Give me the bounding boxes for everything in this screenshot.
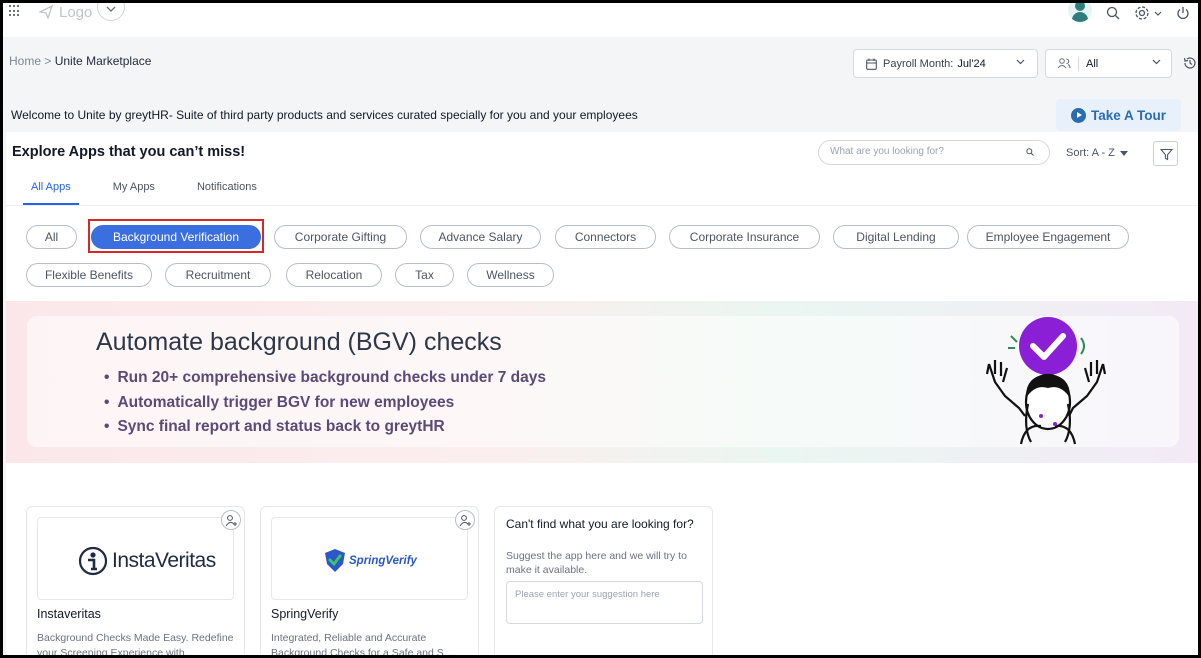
instaveritas-logo-icon (78, 546, 108, 576)
category-chip-connectors[interactable]: Connectors (555, 225, 656, 249)
category-chip-employee-engagement[interactable]: Employee Engagement (967, 225, 1129, 249)
category-chip-recruitment[interactable]: Recruitment (165, 263, 271, 287)
chevron-down-icon (1154, 11, 1162, 16)
springverify-shield-icon (325, 549, 345, 572)
banner-bullet: Automatically trigger BGV for new employ… (104, 394, 546, 419)
category-chip-corporate-insurance[interactable]: Corporate Insurance (669, 225, 820, 249)
play-icon (1070, 107, 1086, 123)
add-user-button[interactable] (221, 510, 241, 530)
sort-label: Sort: A - Z (1066, 147, 1115, 159)
settings-menu[interactable] (1134, 5, 1162, 21)
avatar[interactable] (1068, 3, 1092, 22)
power-icon[interactable] (1176, 6, 1190, 20)
calendar-icon (866, 58, 877, 70)
instaveritas-logo-text: InstaVeritas (112, 549, 216, 572)
add-user-button[interactable] (455, 510, 475, 530)
app-search-input[interactable] (830, 146, 1020, 157)
chevron-down-icon (106, 6, 116, 12)
suggest-app-card: Can't find what you are looking for? Sug… (494, 506, 713, 655)
tab-bar: All Apps My Apps Notifications (23, 173, 291, 205)
explore-title: Explore Apps that you can’t miss! (12, 144, 246, 160)
sort-dropdown[interactable]: Sort: A - Z (1066, 147, 1128, 159)
app-card-instaveritas[interactable]: InstaVeritas Instaveritas Background Che… (26, 506, 245, 658)
app-card-description-line: Background Checks for a Safe and Secu... (271, 646, 456, 658)
springverify-logo-text-a: Spring (349, 554, 386, 567)
app-logo-box: Spring Verify (271, 517, 468, 600)
app-launcher-icon[interactable] (9, 5, 21, 17)
category-chip-flexible-benefits[interactable]: Flexible Benefits (26, 263, 152, 287)
banner-bullet: Run 20+ comprehensive background checks … (104, 369, 546, 394)
filter-button[interactable] (1153, 141, 1178, 166)
springverify-logo-text-b: Verify (385, 554, 417, 567)
take-a-tour-label: Take A Tour (1090, 107, 1166, 123)
payroll-month-label: Payroll Month: (883, 57, 954, 70)
app-card-title: Instaveritas (37, 607, 101, 621)
breadcrumb-home-link[interactable]: Home (9, 54, 41, 68)
take-a-tour-button[interactable]: Take A Tour (1056, 99, 1181, 131)
category-chip-digital-lending[interactable]: Digital Lending (833, 225, 959, 249)
app-card-description: Integrated, Reliable and Accurate Backgr… (271, 631, 471, 658)
add-user-icon (459, 515, 471, 527)
app-frame: Logo Home > Unite Marketplace Payroll Mo… (0, 0, 1201, 658)
logo-text: Logo (59, 3, 93, 21)
banner-title: Automate background (BGV) checks (96, 328, 502, 356)
history-icon[interactable] (1183, 56, 1197, 70)
tabs-divider (6, 205, 1198, 206)
app-card-description: Background Checks Made Easy. Redefine yo… (37, 631, 237, 658)
app-card-title: SpringVerify (271, 607, 339, 621)
top-bar: Logo (3, 3, 1198, 37)
tab-all-apps[interactable]: All Apps (23, 173, 79, 205)
banner-bullet-list: Run 20+ comprehensive background checks … (104, 369, 546, 443)
scope-value: All (1086, 57, 1099, 70)
breadcrumb: Home > Unite Marketplace (9, 54, 151, 68)
gear-icon (1135, 6, 1149, 20)
breadcrumb-current: Unite Marketplace (54, 54, 152, 68)
send-icon (39, 5, 53, 19)
category-chip-all[interactable]: All (26, 225, 77, 249)
payroll-month-value: Jul'24 (957, 57, 986, 70)
app-card-description-line: Background Checks Made Easy. Redefine (37, 632, 234, 644)
app-card-description-line: your Screening Experience with... (37, 646, 194, 658)
category-chip-relocation[interactable]: Relocation (286, 263, 382, 287)
app-card-springverify[interactable]: Spring Verify SpringVerify Integrated, Re… (260, 506, 479, 658)
tab-notifications[interactable]: Notifications (189, 173, 265, 205)
springverify-logo: Spring Verify (324, 548, 417, 573)
caret-down-icon (1119, 150, 1128, 156)
banner-bullet: Sync final report and status back to gre… (104, 418, 546, 443)
app-search-box[interactable] (818, 140, 1050, 165)
instaveritas-logo: InstaVeritas (78, 546, 216, 576)
selection-highlight-box (88, 219, 264, 253)
chevron-down-icon (1016, 59, 1025, 65)
suggest-hint: Suggest the app here and we will try to … (506, 550, 687, 576)
logo-dropdown-button[interactable] (97, 3, 125, 21)
welcome-text: Welcome to Unite by greytHR- Suite of th… (11, 108, 638, 122)
suggestion-textarea[interactable] (506, 581, 703, 624)
add-user-icon (225, 515, 237, 527)
app-logo-box: InstaVeritas (37, 517, 234, 600)
search-icon[interactable] (1106, 6, 1120, 20)
search-icon[interactable] (1026, 148, 1034, 156)
chevron-down-icon (1152, 59, 1161, 65)
top-right-actions (1068, 3, 1190, 23)
category-chip-wellness[interactable]: Wellness (467, 263, 554, 287)
category-chip-advance-salary[interactable]: Advance Salary (420, 225, 541, 249)
category-chip-corporate-gifting[interactable]: Corporate Gifting (274, 225, 407, 249)
employee-scope-selector[interactable]: All (1045, 49, 1172, 78)
suggest-question: Can't find what you are looking for? (506, 517, 694, 531)
breadcrumb-separator: > (44, 54, 52, 68)
app-card-description-line: Integrated, Reliable and Accurate (271, 632, 427, 644)
users-icon (1057, 58, 1071, 69)
verified-person-illustration (985, 317, 1107, 445)
payroll-month-selector[interactable]: Payroll Month: Jul'24 (853, 49, 1038, 78)
category-chip-tax[interactable]: Tax (395, 263, 454, 287)
tab-my-apps[interactable]: My Apps (105, 173, 163, 205)
logo: Logo (39, 3, 92, 21)
filter-icon (1160, 148, 1173, 161)
